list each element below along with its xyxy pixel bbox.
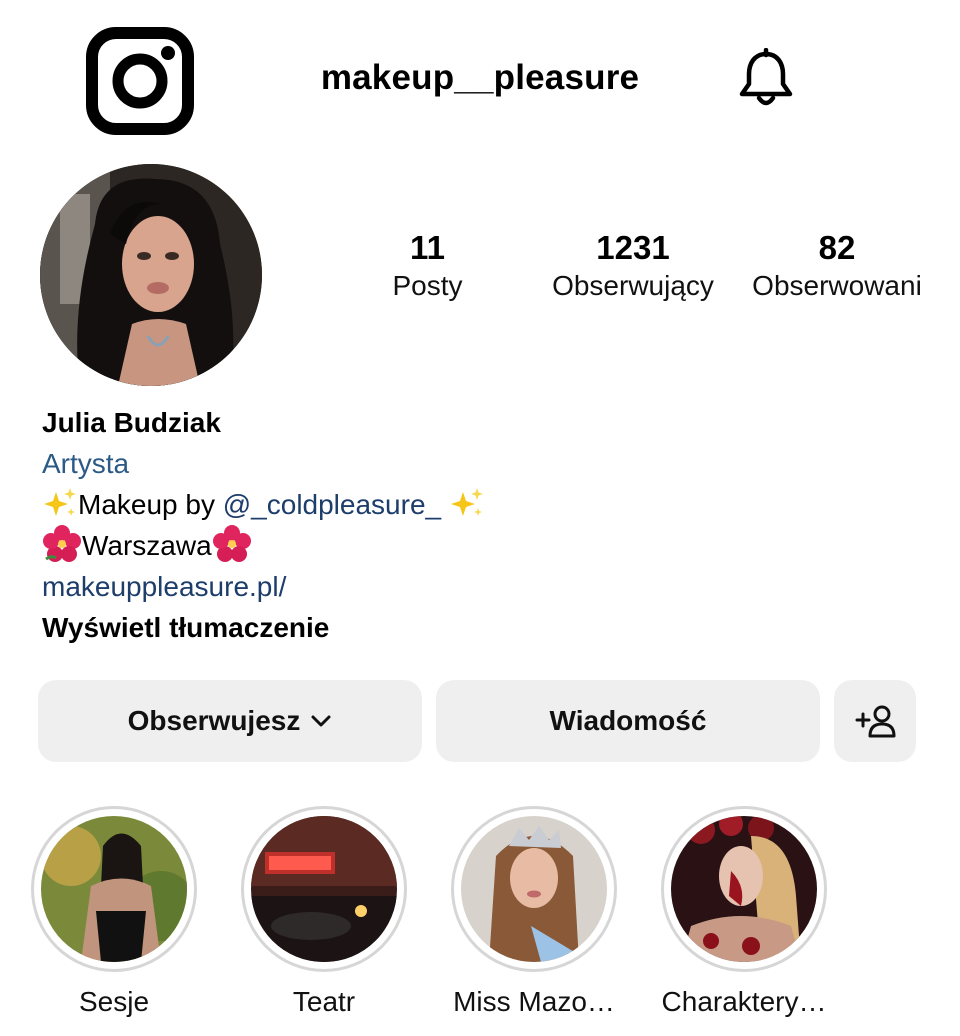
stat-posts[interactable]: 11 Posty — [370, 228, 485, 304]
highlight-thumbnail — [461, 816, 607, 962]
top-bar: makeup__pleasure — [0, 0, 960, 160]
translate-bio-link[interactable]: Wyświetl tłumaczenie — [42, 607, 922, 648]
highlight-thumbnail — [251, 816, 397, 962]
add-person-button[interactable] — [834, 680, 916, 762]
highlight-thumbnail — [41, 816, 187, 962]
highlight-item[interactable]: Sesje — [14, 806, 214, 1020]
highlight-item[interactable]: Charaktery… — [644, 806, 844, 1020]
hibiscus-icon — [42, 525, 82, 563]
following-button[interactable]: Obserwujesz — [38, 680, 422, 762]
instagram-logo-icon[interactable] — [86, 27, 194, 135]
profile-username: makeup__pleasure — [320, 58, 640, 97]
highlight-item[interactable]: Teatr — [224, 806, 424, 1020]
profile-category: Artysta — [42, 448, 130, 479]
following-button-label: Obserwujesz — [127, 705, 301, 736]
bio-line-location: Warszawa — [42, 525, 922, 566]
highlight-ring — [661, 806, 827, 972]
bio-makeup-text: Makeup by — [78, 489, 223, 520]
stat-followers-value: 1231 — [596, 229, 670, 266]
highlight-label: Charaktery… — [661, 986, 827, 1017]
bio-mention-link[interactable]: @_coldpleasure_ — [223, 489, 441, 520]
highlight-label: Miss Mazo… — [453, 986, 615, 1017]
highlight-item[interactable]: Miss Mazo… — [434, 806, 634, 1020]
bio-location-text: Warszawa — [82, 530, 212, 561]
highlight-label: Teatr — [292, 986, 356, 1017]
chevron-down-icon — [310, 714, 332, 728]
highlight-label: Sesje — [78, 986, 150, 1017]
sparkles-icon — [449, 486, 485, 520]
add-person-icon — [854, 704, 896, 738]
hibiscus-icon — [212, 525, 252, 563]
highlight-ring — [451, 806, 617, 972]
profile-bio: Julia Budziak Artysta Makeup by @_coldpl… — [42, 402, 922, 648]
story-highlights: Sesje Teatr Miss Mazo… Charaktery… — [0, 806, 960, 1036]
message-button-label: Wiadomość — [549, 705, 707, 736]
highlight-ring — [31, 806, 197, 972]
stat-following-label: Obserwowani — [752, 270, 922, 301]
stat-followers[interactable]: 1231 Obserwujący — [538, 228, 728, 304]
bell-icon[interactable] — [736, 48, 796, 110]
sparkles-icon — [42, 486, 78, 520]
highlight-ring — [241, 806, 407, 972]
profile-full-name: Julia Budziak — [42, 407, 221, 438]
profile-avatar[interactable] — [40, 164, 262, 386]
stat-posts-value: 11 — [410, 229, 445, 266]
stat-followers-label: Obserwujący — [552, 270, 714, 301]
bio-line-makeup: Makeup by @_coldpleasure_ — [42, 484, 922, 525]
highlight-thumbnail — [671, 816, 817, 962]
profile-stats: 11 Posty 1231 Obserwujący 82 Obserwowani — [360, 228, 950, 308]
stat-following-value: 82 — [818, 229, 856, 266]
stat-following[interactable]: 82 Obserwowani — [742, 228, 932, 304]
stat-posts-label: Posty — [392, 270, 463, 301]
profile-website-link[interactable]: makeuppleasure.pl/ — [42, 566, 922, 607]
message-button[interactable]: Wiadomość — [436, 680, 820, 762]
